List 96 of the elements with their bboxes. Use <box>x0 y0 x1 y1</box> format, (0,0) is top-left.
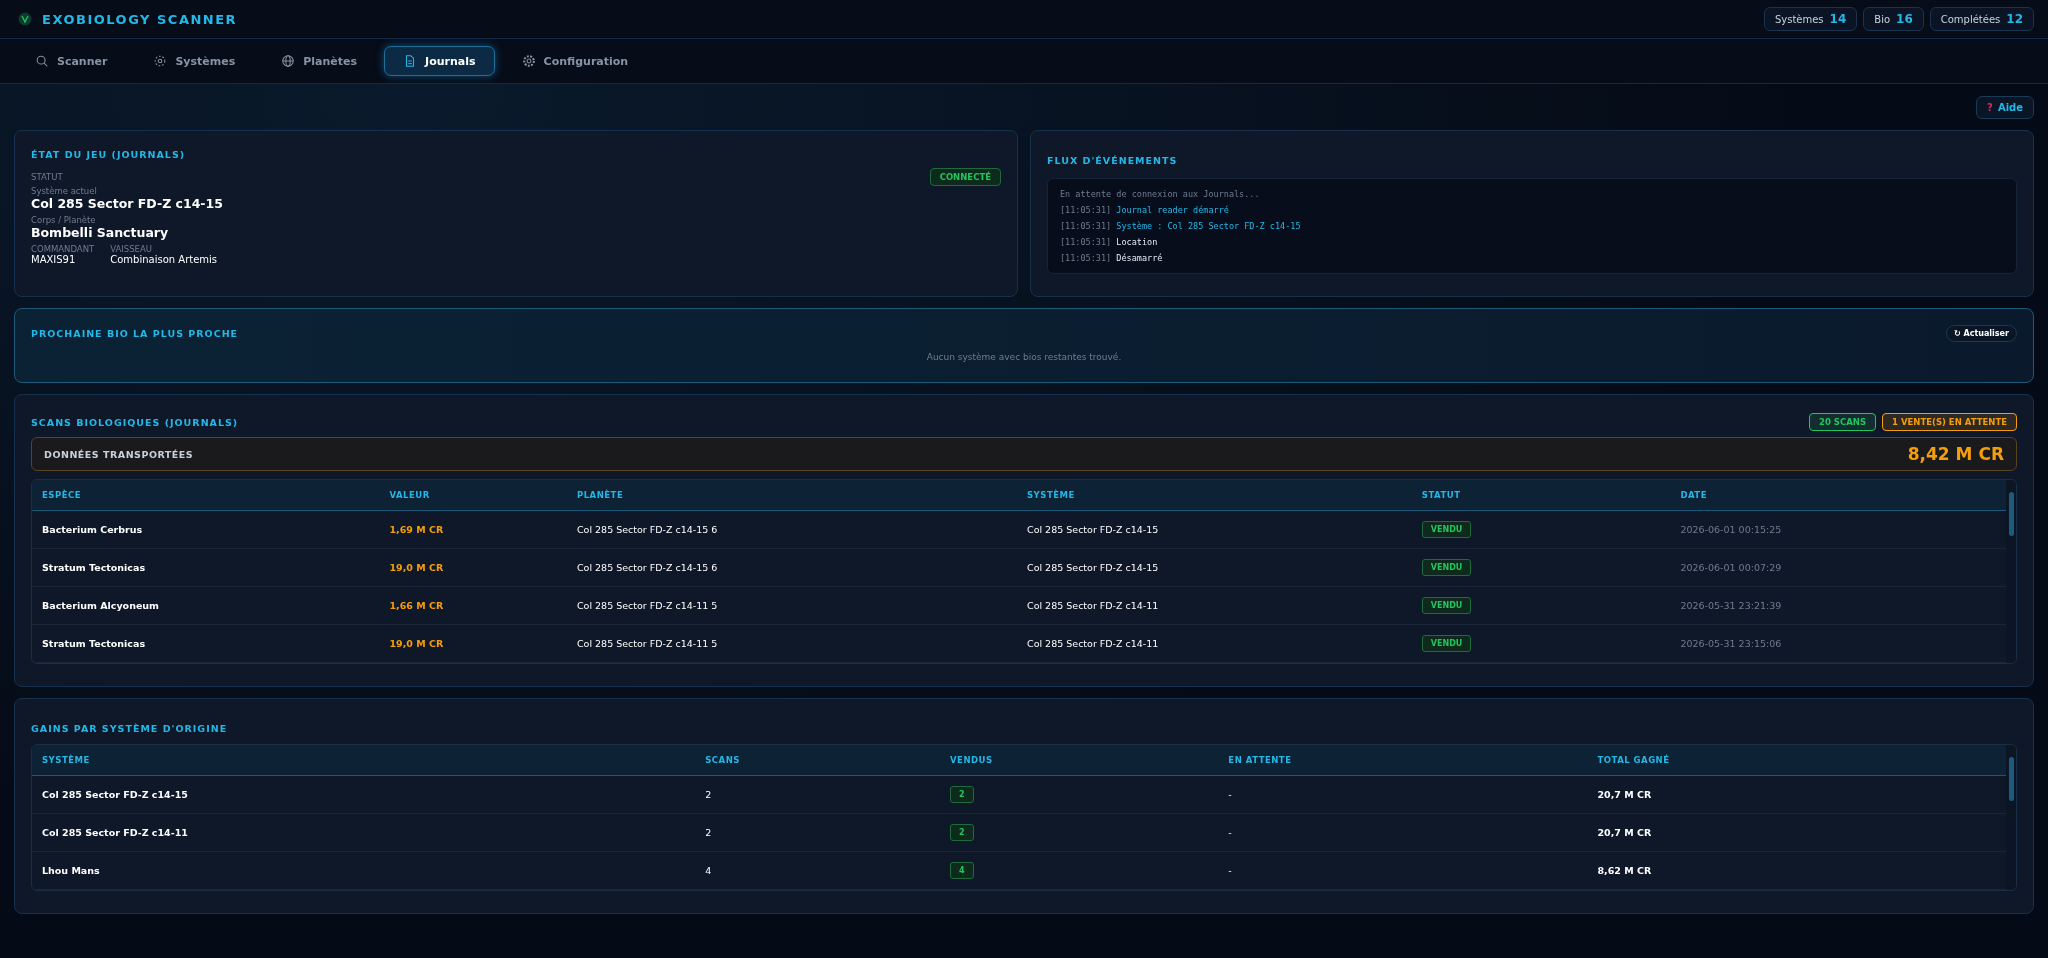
table-cell: 2 <box>695 775 940 814</box>
log-time: [11:05:31] <box>1060 221 1112 231</box>
table-cell: Stratum Tectonicas <box>32 548 380 587</box>
column-header[interactable]: SYSTÈME <box>32 745 696 776</box>
scrollbar[interactable] <box>2006 745 2016 890</box>
table-cell: 19,0 M CR <box>379 624 567 663</box>
table-cell: Col 285 Sector FD-Z c14-11 5 <box>566 586 1017 625</box>
nav-tab[interactable]: Configuration <box>502 46 648 76</box>
field-value: Combinaison Artemis <box>110 254 218 265</box>
table-cell: Bacterium Alcyoneum <box>32 586 380 625</box>
stat-label: Bio <box>1874 14 1891 25</box>
field-label: Système actuel <box>31 186 98 196</box>
table-cell: 1,69 M CR <box>379 510 567 549</box>
count-badge: 1 VENTE(S) EN ATTENTE <box>1882 413 2017 431</box>
card-title: FLUX D'ÉVÉNEMENTS <box>1047 155 1178 166</box>
table-cell: Stratum Tectonicas <box>32 624 380 663</box>
nav-tab[interactable]: Scanner <box>16 46 127 76</box>
table-cell: Col 285 Sector FD-Z c14-11 <box>1017 586 1412 625</box>
log-time: [11:05:31] <box>1060 237 1112 247</box>
column-header[interactable]: STATUT <box>1411 480 1671 511</box>
card-title: GAINS PAR SYSTÈME D'ORIGINE <box>31 723 228 734</box>
table-cell: 1,66 M CR <box>379 586 567 625</box>
field-label: Corps / Planète <box>31 215 97 225</box>
count-badge: 2 <box>950 824 974 841</box>
carried-label: DONNÉES TRANSPORTÉES <box>44 448 194 460</box>
orbit-icon <box>153 54 168 68</box>
status-badge: CONNECTÉ <box>929 168 1001 186</box>
field-value: Col 285 Sector FD-Z c14-15 <box>31 196 224 211</box>
column-header[interactable]: VALEUR <box>379 480 567 511</box>
stat-value: 16 <box>1896 12 1913 26</box>
nav-tab[interactable]: Systèmes <box>134 46 255 76</box>
table-cell: Bacterium Cerbrus <box>32 510 380 549</box>
table-cell: Col 285 Sector FD-Z c14-15 <box>1017 510 1412 549</box>
table-cell: 19,0 M CR <box>379 548 567 587</box>
table-cell: 4 <box>695 851 940 890</box>
table-cell: Col 285 Sector FD-Z c14-15 <box>32 775 696 814</box>
table-cell: 2 <box>695 813 940 852</box>
table-cell: Col 285 Sector FD-Z c14-15 6 <box>566 548 1017 587</box>
table-cell: - <box>1218 813 1588 852</box>
help-button[interactable]: ? Aide <box>1976 96 2034 119</box>
log-line: En attente de connexion aux Journals... <box>1060 189 1261 199</box>
count-badge: 4 <box>950 862 974 879</box>
column-header[interactable]: VENDUS <box>940 745 1219 776</box>
app-title: EXOBIOLOGY SCANNER <box>42 11 238 27</box>
status-badge: VENDU <box>1421 635 1472 652</box>
column-header[interactable]: SCANS <box>695 745 940 776</box>
column-header[interactable]: EN ATTENTE <box>1218 745 1588 776</box>
stat-label: Systèmes <box>1774 14 1824 25</box>
column-header[interactable]: TOTAL GAGNÉ <box>1587 745 2006 776</box>
count-badge: 2 <box>950 786 974 803</box>
table-cell: 8,62 M CR <box>1587 851 2006 890</box>
nav-tab[interactable]: Planètes <box>262 46 377 76</box>
stat-value: 14 <box>1829 12 1847 26</box>
field-label: STATUT <box>31 172 63 182</box>
column-header[interactable]: SYSTÈME <box>1017 480 1412 511</box>
table-cell: Col 285 Sector FD-Z c14-11 5 <box>566 624 1017 663</box>
count-badge: 20 SCANS <box>1809 413 1877 431</box>
logo-icon <box>18 12 32 26</box>
column-header[interactable]: PLANÈTE <box>566 480 1017 511</box>
log-text: Journal reader démarré <box>1116 205 1229 215</box>
table-cell: Col 285 Sector FD-Z c14-11 <box>1017 624 1412 663</box>
table-cell: 20,7 M CR <box>1587 775 2006 814</box>
log-time: [11:05:31] <box>1060 253 1112 263</box>
table-cell: Col 285 Sector FD-Z c14-15 6 <box>566 510 1017 549</box>
table-cell: - <box>1218 775 1588 814</box>
stat-label: Complétées <box>1940 14 2001 25</box>
log-text: Location <box>1116 237 1158 247</box>
log-text: Désamarré <box>1116 253 1163 263</box>
table-cell: 20,7 M CR <box>1587 813 2006 852</box>
refresh-button[interactable]: ↻ Actualiser <box>1946 325 2017 342</box>
log-text: Système : Col 285 Sector FD-Z c14-15 <box>1116 221 1301 231</box>
nav-tab[interactable]: Journals <box>384 46 495 76</box>
field-label: COMMANDANT <box>31 244 95 254</box>
search-icon <box>35 54 49 68</box>
scrollbar[interactable] <box>2006 480 2016 663</box>
field-value: Bombelli Sanctuary <box>31 225 170 240</box>
table-cell: - <box>1218 851 1588 890</box>
status-badge: VENDU <box>1421 559 1472 576</box>
log-time: [11:05:31] <box>1060 205 1112 215</box>
table-cell: Col 285 Sector FD-Z c14-15 <box>1017 548 1412 587</box>
status-badge: VENDU <box>1421 597 1472 614</box>
column-header[interactable]: DATE <box>1670 480 2006 511</box>
settings-icon <box>521 54 536 68</box>
table-cell: Col 285 Sector FD-Z c14-11 <box>32 813 696 852</box>
table-cell: Lhou Mans <box>32 851 696 890</box>
column-header[interactable]: ESPÈCE <box>32 480 380 511</box>
carried-value: 8,42 M CR <box>1907 444 2004 464</box>
stat-value: 12 <box>2006 12 2023 26</box>
field-value: MAXIS91 <box>31 254 77 265</box>
card-title: SCANS BIOLOGIQUES (JOURNALS) <box>31 416 239 428</box>
card-title: PROCHAINE BIO LA PLUS PROCHE <box>31 328 239 339</box>
card-title: ÉTAT DU JEU (JOURNALS) <box>31 149 187 160</box>
field-label: VAISSEAU <box>110 244 154 254</box>
status-badge: VENDU <box>1421 521 1472 538</box>
empty-message: Aucun système avec bios restantes trouvé. <box>925 352 1123 362</box>
globe-icon <box>281 54 296 68</box>
